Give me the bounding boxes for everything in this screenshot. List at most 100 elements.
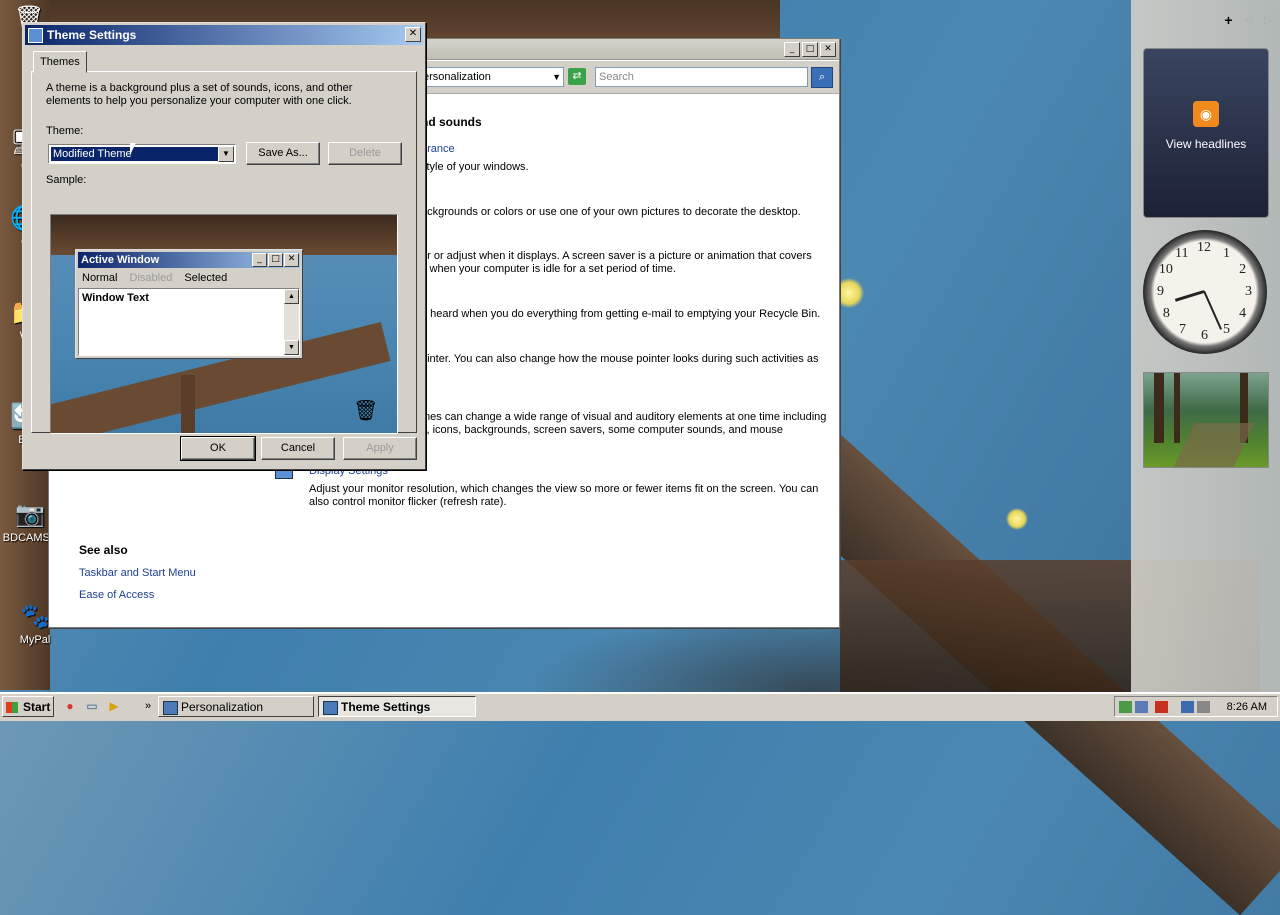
- clock-number: 5: [1223, 322, 1230, 338]
- slideshow-gadget[interactable]: [1143, 372, 1269, 468]
- save-as-button[interactable]: Save As...: [246, 142, 320, 165]
- theme-settings-icon: [323, 701, 338, 715]
- start-label: Start: [23, 700, 51, 714]
- security-icon[interactable]: [1119, 701, 1132, 713]
- sidebar-controls: + ◁ ▷: [1224, 12, 1272, 28]
- taskbar-item-personalization[interactable]: Personalization: [158, 696, 314, 717]
- desktop-icon-label: MyPal: [19, 634, 51, 646]
- themes-tab-panel: A theme is a background plus a set of so…: [31, 71, 417, 434]
- mouse-pointer-desc: pinter. You can also change how the mous…: [421, 353, 819, 365]
- tab-themes[interactable]: Themes: [33, 51, 87, 73]
- theme-desc-2: s, icons, backgrounds, screen savers, so…: [421, 424, 783, 436]
- refresh-icon[interactable]: ⇄: [568, 68, 586, 85]
- preview-active-window: Active Window _ □ ✕ Normal Disabled Sele…: [75, 249, 303, 359]
- personalization-icon: [163, 701, 178, 715]
- ease-of-access-link[interactable]: Ease of Access: [79, 589, 196, 601]
- volume-icon[interactable]: [1197, 701, 1210, 713]
- windows-sidebar: + ◁ ▷ ◉ View headlines 12 1 2 3 4 5 6 7 8 9 10 11: [1131, 0, 1280, 692]
- taskbar-clock[interactable]: 8:26 AM: [1227, 697, 1267, 717]
- wallpaper-light: [1006, 508, 1028, 530]
- search-icon[interactable]: ⌕: [811, 67, 833, 88]
- media-player-icon[interactable]: ▶: [106, 698, 122, 714]
- theme-settings-icon: [28, 28, 43, 43]
- clock-number: 7: [1179, 322, 1186, 338]
- taskbar-item-label: Theme Settings: [341, 700, 431, 714]
- clock-number: 8: [1162, 306, 1170, 321]
- chevron-down-icon[interactable]: ▼: [218, 146, 234, 162]
- address-text: ersonalization: [423, 71, 491, 83]
- close-icon[interactable]: ✕: [405, 27, 421, 42]
- clock-number: 4: [1239, 306, 1247, 321]
- screensaver-desc: er or adjust when it displays. A screen …: [421, 250, 812, 262]
- chevron-right-icon[interactable]: ▷: [1264, 15, 1272, 26]
- chrome-icon[interactable]: ●: [62, 698, 78, 714]
- clock-gadget[interactable]: 12 1 2 3 4 5 6 7 8 9 10 11: [1143, 230, 1267, 354]
- preview-title: Active Window: [81, 254, 160, 266]
- preview-menu-selected: Selected: [184, 272, 228, 284]
- taskbar: Start ● ▭ ▶ » Personalization Theme Sett…: [0, 692, 1280, 721]
- clock-number: 11: [1175, 245, 1189, 261]
- dialog-title: Theme Settings: [47, 28, 137, 42]
- theme-sample-preview: Active Window _ □ ✕ Normal Disabled Sele…: [50, 214, 398, 434]
- chevron-left-icon[interactable]: ◁: [1245, 15, 1253, 26]
- mouse-cursor-icon: [130, 143, 136, 155]
- tree: [1154, 373, 1164, 443]
- preview-wallpaper-pillar: [181, 375, 195, 433]
- background-desc: ackgrounds or colors or use one of your …: [421, 206, 801, 218]
- apply-button[interactable]: Apply: [343, 437, 417, 460]
- forest-path: [1173, 423, 1255, 467]
- section-heading: nd sounds: [421, 115, 482, 129]
- clock-number: 9: [1157, 284, 1164, 299]
- dialog-titlebar[interactable]: Theme Settings ✕: [25, 25, 423, 45]
- rss-icon: ◉: [1193, 101, 1219, 127]
- preview-menu-disabled: Disabled: [129, 272, 173, 284]
- preview-window-text: Window Text: [82, 292, 149, 304]
- display-settings-desc-2: also control monitor flicker (refresh ra…: [309, 496, 507, 508]
- theme-desc: mes can change a wide range of visual an…: [421, 411, 827, 423]
- show-desktop-icon[interactable]: ▭: [84, 698, 100, 714]
- app-tray-icon[interactable]: [1155, 701, 1168, 713]
- taskbar-item-label: Personalization: [181, 700, 264, 714]
- maximize-icon[interactable]: □: [802, 42, 818, 57]
- chevron-double-right-icon[interactable]: »: [140, 698, 156, 714]
- network-icon[interactable]: [1135, 701, 1148, 713]
- chevron-down-icon[interactable]: ▼: [552, 68, 561, 86]
- theme-dropdown[interactable]: Modified Theme ▼: [48, 144, 236, 164]
- delete-button[interactable]: Delete: [328, 142, 402, 165]
- close-icon: ✕: [284, 253, 299, 267]
- camera-icon: 📷: [15, 501, 45, 528]
- maximize-icon: □: [268, 253, 283, 267]
- preview-scrollbar: ▲ ▼: [284, 289, 299, 355]
- clock-number: 2: [1239, 262, 1247, 277]
- feed-headlines-gadget[interactable]: ◉ View headlines: [1143, 48, 1269, 218]
- minimize-icon: _: [252, 253, 267, 267]
- add-gadget-icon[interactable]: +: [1224, 12, 1232, 28]
- clock-number: 1: [1223, 245, 1230, 261]
- start-button[interactable]: Start: [2, 696, 54, 717]
- windows-logo-icon: [6, 702, 18, 713]
- clock-hour-hand: [1174, 289, 1205, 302]
- tree: [1174, 373, 1180, 443]
- theme-description: A theme is a background plus a set of so…: [46, 82, 353, 107]
- theme-label: Theme:: [46, 125, 84, 137]
- theme-dropdown-value: Modified Theme: [51, 147, 221, 161]
- system-tray: 8:26 AM: [1114, 696, 1278, 717]
- view-headlines-label: View headlines: [1165, 137, 1247, 151]
- appearance-link[interactable]: arance: [421, 143, 455, 155]
- connection-icon[interactable]: [1181, 701, 1194, 713]
- preview-menu-normal: Normal: [82, 272, 118, 284]
- address-bar[interactable]: ersonalization ▼: [419, 67, 564, 87]
- scroll-up-icon: ▲: [284, 289, 299, 304]
- minimize-icon[interactable]: _: [784, 42, 800, 57]
- close-icon[interactable]: ✕: [820, 42, 836, 57]
- cancel-button[interactable]: Cancel: [261, 437, 335, 460]
- appearance-desc: style of your windows.: [421, 161, 529, 173]
- display-settings-desc: Adjust your monitor resolution, which ch…: [309, 483, 819, 495]
- mypal-icon: 🐾: [20, 603, 50, 630]
- clock-number: 12: [1197, 240, 1211, 255]
- ok-button[interactable]: OK: [180, 436, 256, 461]
- taskbar-item-theme-settings[interactable]: Theme Settings: [318, 696, 476, 717]
- scroll-down-icon: ▼: [284, 340, 299, 355]
- taskbar-start-menu-link[interactable]: Taskbar and Start Menu: [79, 567, 196, 579]
- search-input[interactable]: Search: [595, 67, 808, 87]
